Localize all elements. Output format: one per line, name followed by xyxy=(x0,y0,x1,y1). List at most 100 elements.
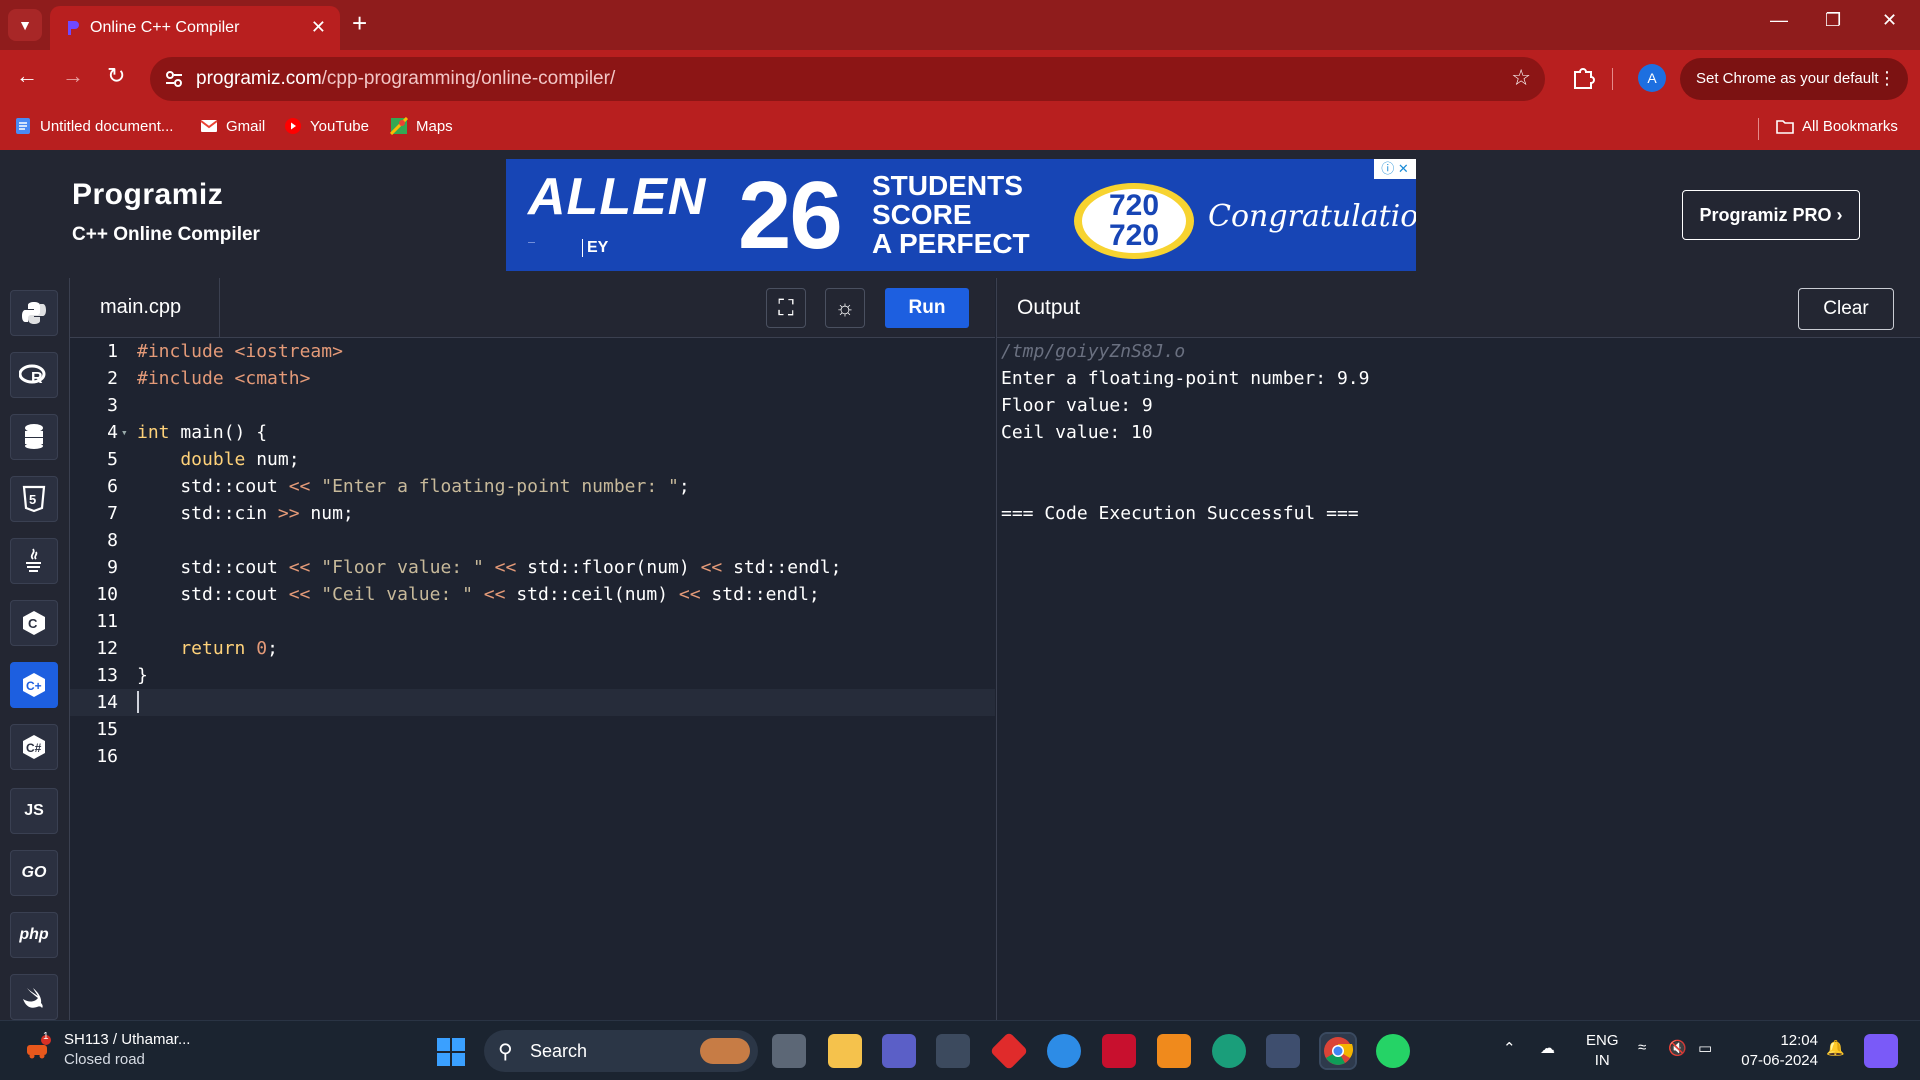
ad-congrats: Congratulations xyxy=(1208,199,1416,234)
back-arrow-icon[interactable]: ← xyxy=(16,64,38,88)
restore-icon[interactable]: ❐ xyxy=(1825,10,1841,31)
more-menu-icon[interactable]: ⋮ xyxy=(1878,68,1896,89)
code-editor[interactable]: 1 #include <iostream> 2 #include <cmath> 3… xyxy=(70,338,995,1020)
ad-score-top: 720 xyxy=(1108,189,1160,222)
bookmark-docs[interactable]: Untitled document... xyxy=(14,117,173,135)
ad-line-3: A PERFECT xyxy=(872,228,1030,259)
devcpp-icon[interactable] xyxy=(1266,1034,1300,1068)
chrome-icon[interactable] xyxy=(1319,1032,1357,1070)
windows-start-icon[interactable] xyxy=(436,1037,466,1067)
ad-close-icon[interactable]: ⓘ ✕ xyxy=(1374,159,1416,179)
php-language-icon[interactable]: php xyxy=(10,912,58,958)
new-tab-button[interactable]: + xyxy=(352,10,367,36)
code-line: 10 std::cout << "Ceil value: " << std::c… xyxy=(96,584,820,605)
url-host: programiz.com xyxy=(196,68,322,89)
microsoft-store-icon[interactable] xyxy=(936,1034,970,1068)
theme-toggle-icon[interactable]: ☼ xyxy=(825,288,865,328)
file-tab-main-cpp[interactable]: main.cpp xyxy=(70,278,220,338)
html5-icon[interactable]: 5 xyxy=(10,476,58,522)
code-line: 7 std::cin >> num; xyxy=(107,503,354,524)
bookmark-youtube[interactable]: YouTube xyxy=(284,117,369,135)
lang-bottom: IN xyxy=(1594,1052,1610,1069)
fullscreen-icon[interactable]: ⛶ xyxy=(766,288,806,328)
java-icon[interactable] xyxy=(10,538,58,584)
programiz-logo[interactable]: Programiz C++ Online Compiler xyxy=(72,178,260,246)
python-icon[interactable] xyxy=(10,290,58,336)
clock-time: 12:04 xyxy=(1780,1032,1818,1049)
bookmark-label: Maps xyxy=(416,117,453,135)
bookmark-star-icon[interactable]: ☆ xyxy=(1511,65,1531,91)
programiz-favicon-icon xyxy=(68,21,79,35)
address-bar[interactable]: programiz.com/cpp-programming/online-com… xyxy=(150,57,1545,101)
extensions-icon[interactable] xyxy=(1570,64,1596,90)
svg-text:5: 5 xyxy=(29,492,36,507)
tab-search-button[interactable]: ▼ xyxy=(8,9,42,41)
teams-icon[interactable] xyxy=(882,1034,916,1068)
code-line: 2 #include <cmath> xyxy=(107,368,311,389)
forward-arrow-icon[interactable]: → xyxy=(62,64,84,88)
site-info-icon[interactable] xyxy=(164,69,184,89)
fold-arrow-icon[interactable]: ▾ xyxy=(121,419,128,446)
output-console[interactable]: /tmp/goiyyZnS8J.o Enter a floating-point… xyxy=(996,338,1920,1020)
google-docs-icon xyxy=(16,118,30,134)
csharp-language-icon[interactable]: C# xyxy=(10,724,58,770)
folder-icon xyxy=(1776,120,1794,134)
swift-icon[interactable] xyxy=(10,974,58,1020)
code-line: 12 return 0; xyxy=(96,638,278,659)
url-text: programiz.com/cpp-programming/online-com… xyxy=(196,68,615,90)
cpp-language-icon[interactable]: C+ xyxy=(10,662,58,708)
copilot-icon[interactable] xyxy=(1864,1034,1898,1068)
help-icon[interactable] xyxy=(1047,1034,1081,1068)
taskbar-search[interactable]: ⚲ Search xyxy=(484,1030,758,1072)
edge-icon[interactable] xyxy=(1212,1034,1246,1068)
code-line: 16 xyxy=(96,746,118,767)
go-language-icon[interactable]: GO xyxy=(10,850,58,896)
code-line: 9 std::cout << "Floor value: " << std::f… xyxy=(107,557,842,578)
bookmark-maps[interactable]: Maps xyxy=(390,117,453,135)
volume-muted-icon[interactable]: 🔇 xyxy=(1668,1039,1687,1057)
r-language-icon[interactable]: R xyxy=(10,352,58,398)
reload-icon[interactable]: ↻ xyxy=(107,64,125,88)
editor-toolbar: main.cpp ⛶ ☼ Run xyxy=(70,278,995,338)
minimize-icon[interactable]: — xyxy=(1770,10,1788,31)
svg-text:C+: C+ xyxy=(26,679,42,693)
javascript-icon[interactable]: JS xyxy=(10,788,58,834)
output-path: /tmp/goiyyZnS8J.o xyxy=(1001,341,1186,362)
sql-database-icon[interactable] xyxy=(10,414,58,460)
code-line: 11 xyxy=(96,611,118,632)
c-language-icon[interactable]: C xyxy=(10,600,58,646)
close-tab-icon[interactable]: ✕ xyxy=(311,17,326,38)
system-clock[interactable]: 12:04 07-06-2024 xyxy=(1738,1031,1818,1071)
set-default-browser-button[interactable]: Set Chrome as your default ⋮ xyxy=(1680,58,1908,100)
all-bookmarks[interactable]: All Bookmarks xyxy=(1776,117,1898,135)
whatsapp-icon[interactable] xyxy=(1376,1034,1410,1068)
vlc-icon[interactable] xyxy=(1157,1034,1191,1068)
language-sidebar: R 5 C C+ C# JS GO php xyxy=(0,278,70,1020)
output-line: Floor value: 9 xyxy=(1001,395,1153,416)
notification-bell-icon[interactable]: 🔔 xyxy=(1826,1039,1845,1057)
bookmark-gmail[interactable]: Gmail xyxy=(200,117,265,135)
advertisement-banner[interactable]: ALLEN — EY 26 STUDENTS SCORE A PERFECT 7… xyxy=(506,159,1416,271)
ad-score-badge: 720 720 xyxy=(1074,183,1194,259)
mcafee-icon[interactable] xyxy=(1102,1034,1136,1068)
file-explorer-icon[interactable] xyxy=(828,1034,862,1068)
close-window-icon[interactable]: ✕ xyxy=(1882,10,1897,31)
onedrive-icon[interactable]: ☁ xyxy=(1540,1039,1555,1057)
anydesk-icon[interactable] xyxy=(989,1031,1029,1071)
output-title: Output xyxy=(1017,296,1081,319)
brand-name: Programiz xyxy=(72,178,224,211)
profile-avatar[interactable]: A xyxy=(1638,64,1666,92)
input-language-indicator[interactable]: ENG IN xyxy=(1586,1031,1619,1071)
run-button[interactable]: Run xyxy=(885,288,969,328)
show-hidden-icons-chevron-icon[interactable]: ⌃ xyxy=(1503,1039,1516,1057)
task-view-icon[interactable] xyxy=(772,1034,806,1068)
bookmark-label: Gmail xyxy=(226,117,266,135)
page-subtitle: C++ Online Compiler xyxy=(72,224,260,245)
battery-icon[interactable]: ▭ xyxy=(1698,1039,1712,1057)
wifi-icon[interactable]: ≈ xyxy=(1638,1039,1646,1056)
code-line: 8 xyxy=(107,530,118,551)
clear-button[interactable]: Clear xyxy=(1798,288,1894,330)
browser-tab[interactable]: Online C++ Compiler ✕ xyxy=(50,6,340,50)
programiz-pro-button[interactable]: Programiz PRO › xyxy=(1682,190,1860,240)
toolbar-divider xyxy=(1612,68,1613,90)
